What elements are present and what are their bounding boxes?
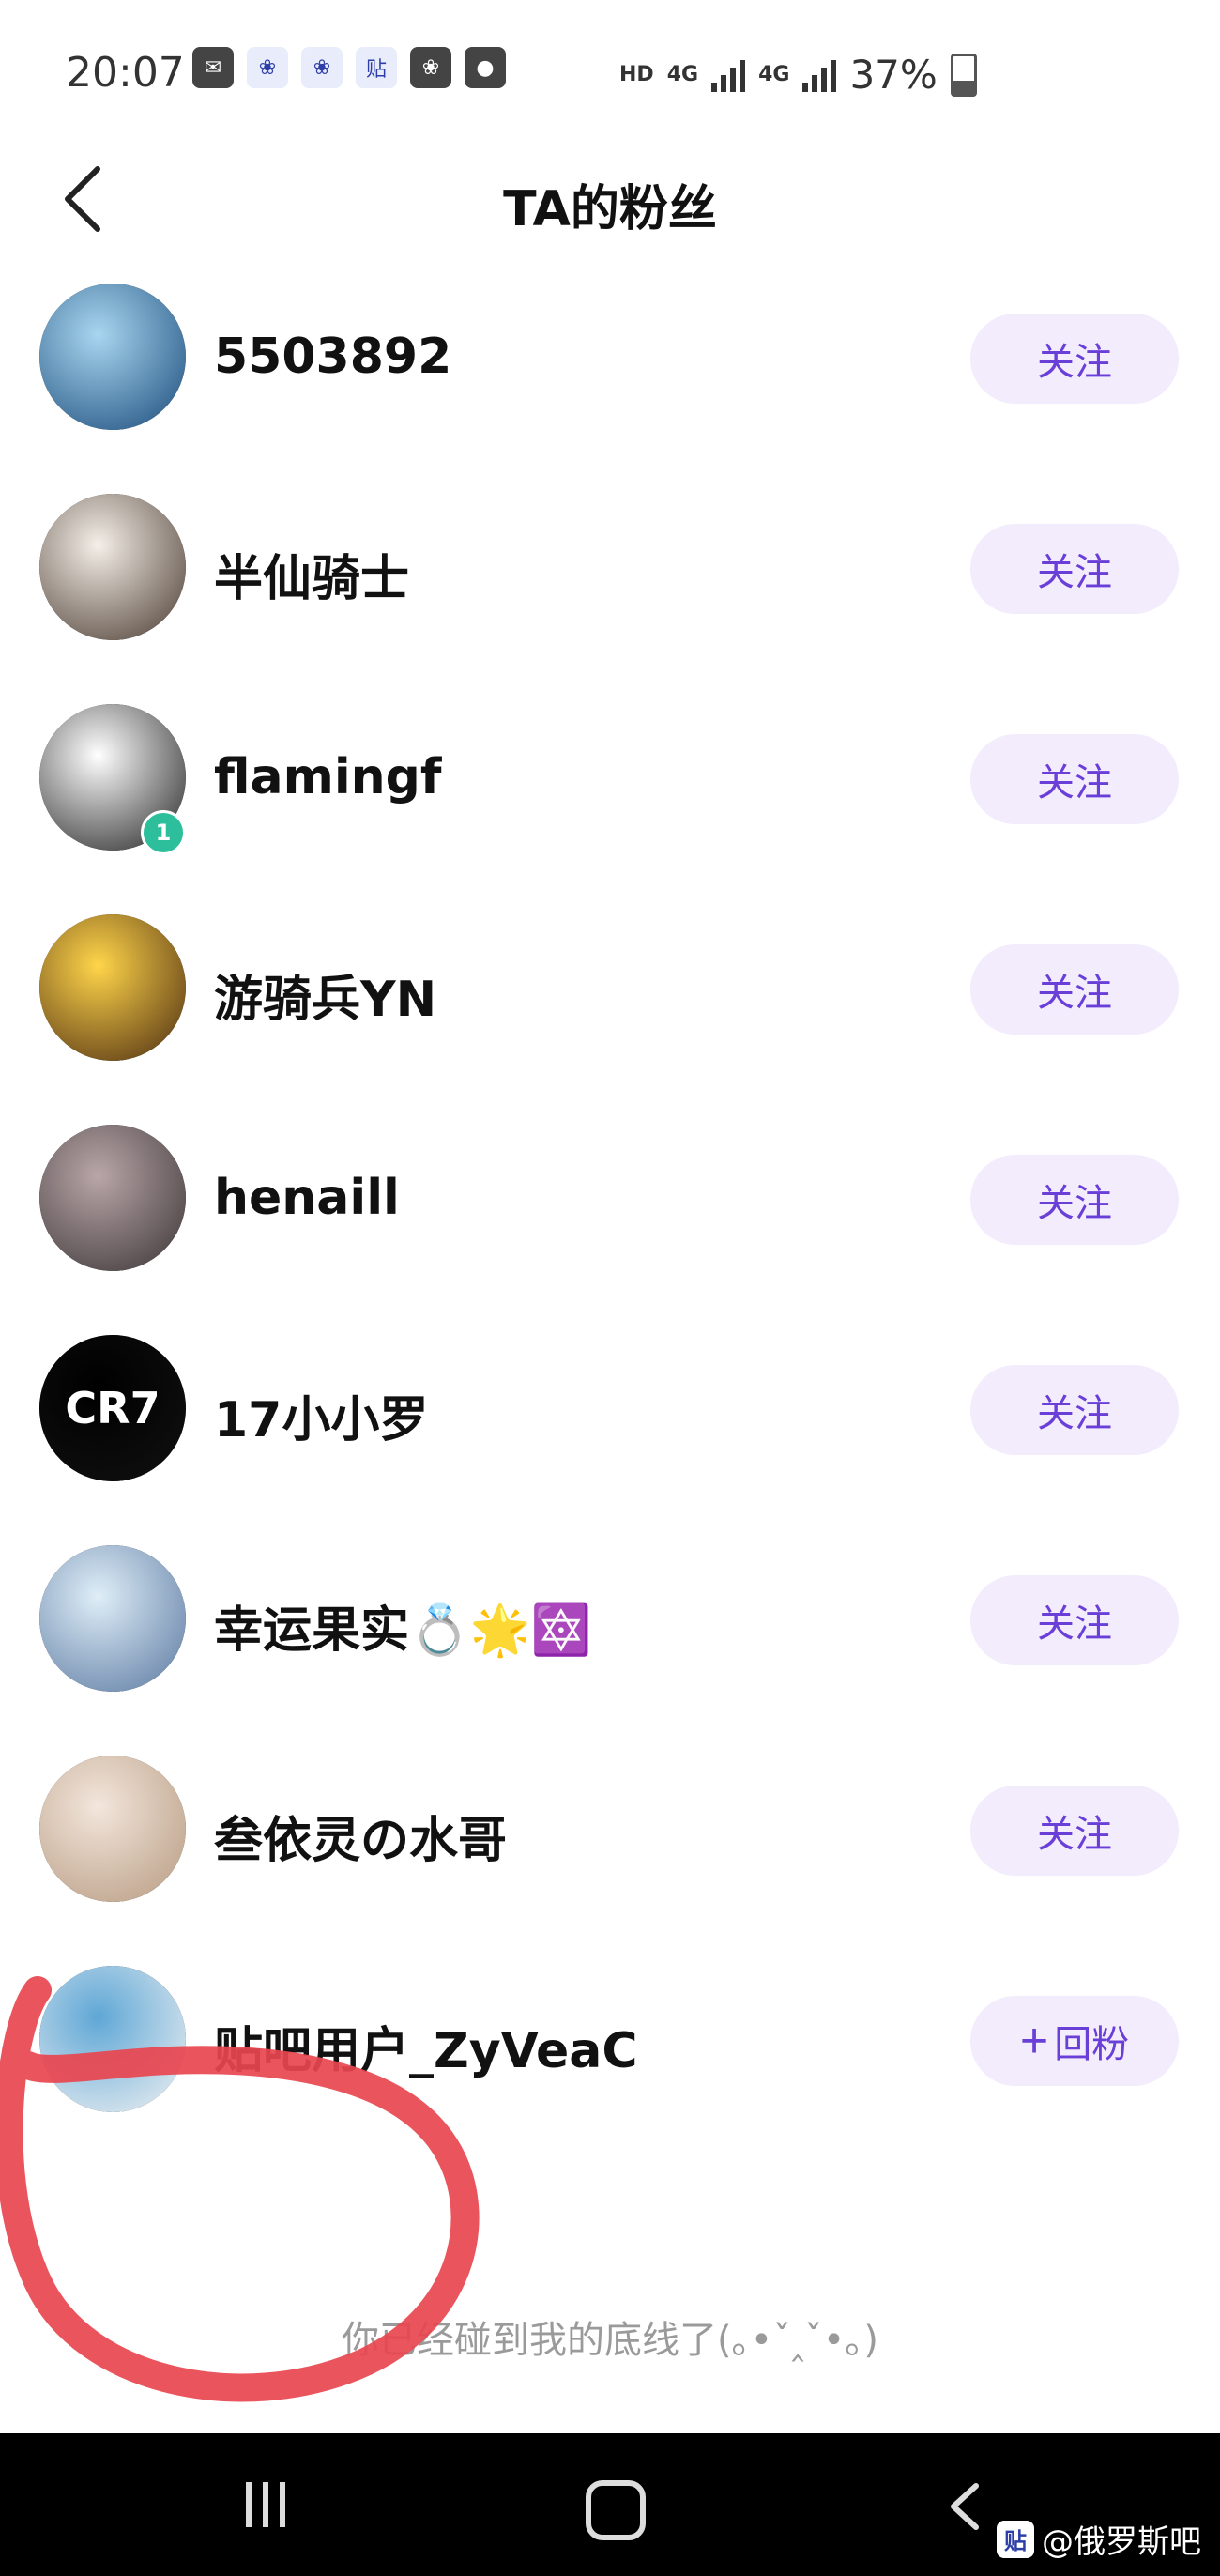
avatar[interactable] <box>39 1756 186 1902</box>
network-label: 4G <box>666 63 699 86</box>
baidu-icon: ❀ <box>301 47 343 88</box>
battery-percent: 37% <box>849 52 938 98</box>
follower-name[interactable]: 幸运果实💍🌟🔯 <box>214 1590 591 1661</box>
avatar[interactable]: CR7 <box>39 1335 186 1481</box>
avatar[interactable] <box>39 494 186 640</box>
follow-button[interactable]: 关注 <box>970 1365 1179 1455</box>
follower-name[interactable]: henaill <box>214 1170 400 1226</box>
follow-button[interactable]: 关注 <box>970 524 1179 614</box>
follow-button[interactable]: 关注 <box>970 1786 1179 1876</box>
follow-button-label: 关注 <box>1037 973 1112 1014</box>
hd-label: HD <box>619 63 654 86</box>
follower-row[interactable]: 叁依灵の水哥 关注 <box>0 1725 1220 1936</box>
follower-name[interactable]: 17小小罗 <box>214 1380 428 1450</box>
follower-row[interactable]: henaill 关注 <box>0 1095 1220 1305</box>
plus-icon: + <box>1019 2014 1049 2068</box>
end-of-list-text: 你已经碰到我的底线了(｡•ˇ‸ˇ•｡) <box>342 2319 878 2362</box>
status-bar: 20:07 ✉ ❀ ❀ 贴 ❀ ● HD 4G 4G 37% <box>0 0 1220 141</box>
follow-button[interactable]: 关注 <box>970 1575 1179 1665</box>
followers-list[interactable]: 5503892 关注 半仙骑士 关注 1 flamingf 关注 游骑兵YN 关注 henaill… <box>0 253 1220 2431</box>
notification-icons: ✉ ❀ ❀ 贴 ❀ ● <box>192 47 506 88</box>
system-status: HD 4G 4G 37% <box>619 52 977 98</box>
header: TA的粉丝 <box>0 141 1220 253</box>
planet-icon: ● <box>465 47 506 88</box>
network-label-2: 4G <box>758 63 790 86</box>
tieba-logo-icon: 贴 <box>997 2520 1034 2558</box>
watermark: 贴 @俄罗斯吧 <box>997 2516 1201 2562</box>
watermark-text: @俄罗斯吧 <box>1042 2523 1201 2561</box>
follower-row[interactable]: 游骑兵YN 关注 <box>0 884 1220 1095</box>
follow-back-button[interactable]: + 回粉 <box>970 1996 1179 2086</box>
follower-row[interactable]: 半仙骑士 关注 <box>0 464 1220 674</box>
follower-row[interactable]: 1 flamingf 关注 <box>0 674 1220 884</box>
follower-name[interactable]: 贴吧用户_ZyVeaC <box>214 2011 638 2081</box>
follow-button-label: 关注 <box>1037 342 1112 383</box>
follower-name[interactable]: 5503892 <box>214 329 451 385</box>
avatar[interactable] <box>39 1966 186 2112</box>
follow-button-label: 关注 <box>1037 1393 1112 1434</box>
follower-row[interactable]: 5503892 关注 <box>0 253 1220 464</box>
navigation-bar: 贴 @俄罗斯吧 <box>0 2433 1220 2576</box>
paw-icon: ❀ <box>410 47 451 88</box>
follower-row[interactable]: 幸运果实💍🌟🔯 关注 <box>0 1515 1220 1725</box>
status-time: 20:07 <box>66 49 185 97</box>
tieba-icon: 贴 <box>356 47 397 88</box>
follow-button-label: 回粉 <box>1054 2024 1130 2065</box>
wechat-icon: ✉ <box>192 47 234 88</box>
follow-button-label: 关注 <box>1037 1603 1112 1645</box>
home-button[interactable] <box>586 2480 646 2540</box>
follow-button-label: 关注 <box>1037 552 1112 593</box>
avatar[interactable] <box>39 1125 186 1271</box>
follow-button-label: 关注 <box>1037 762 1112 804</box>
avatar[interactable] <box>39 284 186 430</box>
follow-button[interactable]: 关注 <box>970 1155 1179 1245</box>
follow-button[interactable]: 关注 <box>970 314 1179 404</box>
follow-button-label: 关注 <box>1037 1183 1112 1224</box>
avatar[interactable] <box>39 914 186 1061</box>
nav-back-icon[interactable] <box>938 2478 995 2535</box>
follower-row[interactable]: CR7 17小小罗 关注 <box>0 1305 1220 1515</box>
baidu-icon: ❀ <box>247 47 288 88</box>
battery-icon <box>950 53 977 97</box>
follower-name[interactable]: 半仙骑士 <box>214 539 409 609</box>
follower-name[interactable]: 游骑兵YN <box>214 959 436 1030</box>
follow-button[interactable]: 关注 <box>970 734 1179 824</box>
recents-button[interactable] <box>246 2482 285 2527</box>
follower-name[interactable]: flamingf <box>214 749 442 805</box>
level-badge: 1 <box>141 810 186 855</box>
follower-name[interactable]: 叁依灵の水哥 <box>214 1801 507 1871</box>
follower-row[interactable]: 贴吧用户_ZyVeaC + 回粉 <box>0 1936 1220 2146</box>
follow-button-label: 关注 <box>1037 1814 1112 1855</box>
signal-icon-2 <box>802 58 837 92</box>
follow-button[interactable]: 关注 <box>970 944 1179 1035</box>
avatar-logo-text: CR7 <box>65 1383 160 1434</box>
signal-icon <box>711 58 746 92</box>
page-title: TA的粉丝 <box>503 181 717 238</box>
avatar[interactable] <box>39 1545 186 1692</box>
